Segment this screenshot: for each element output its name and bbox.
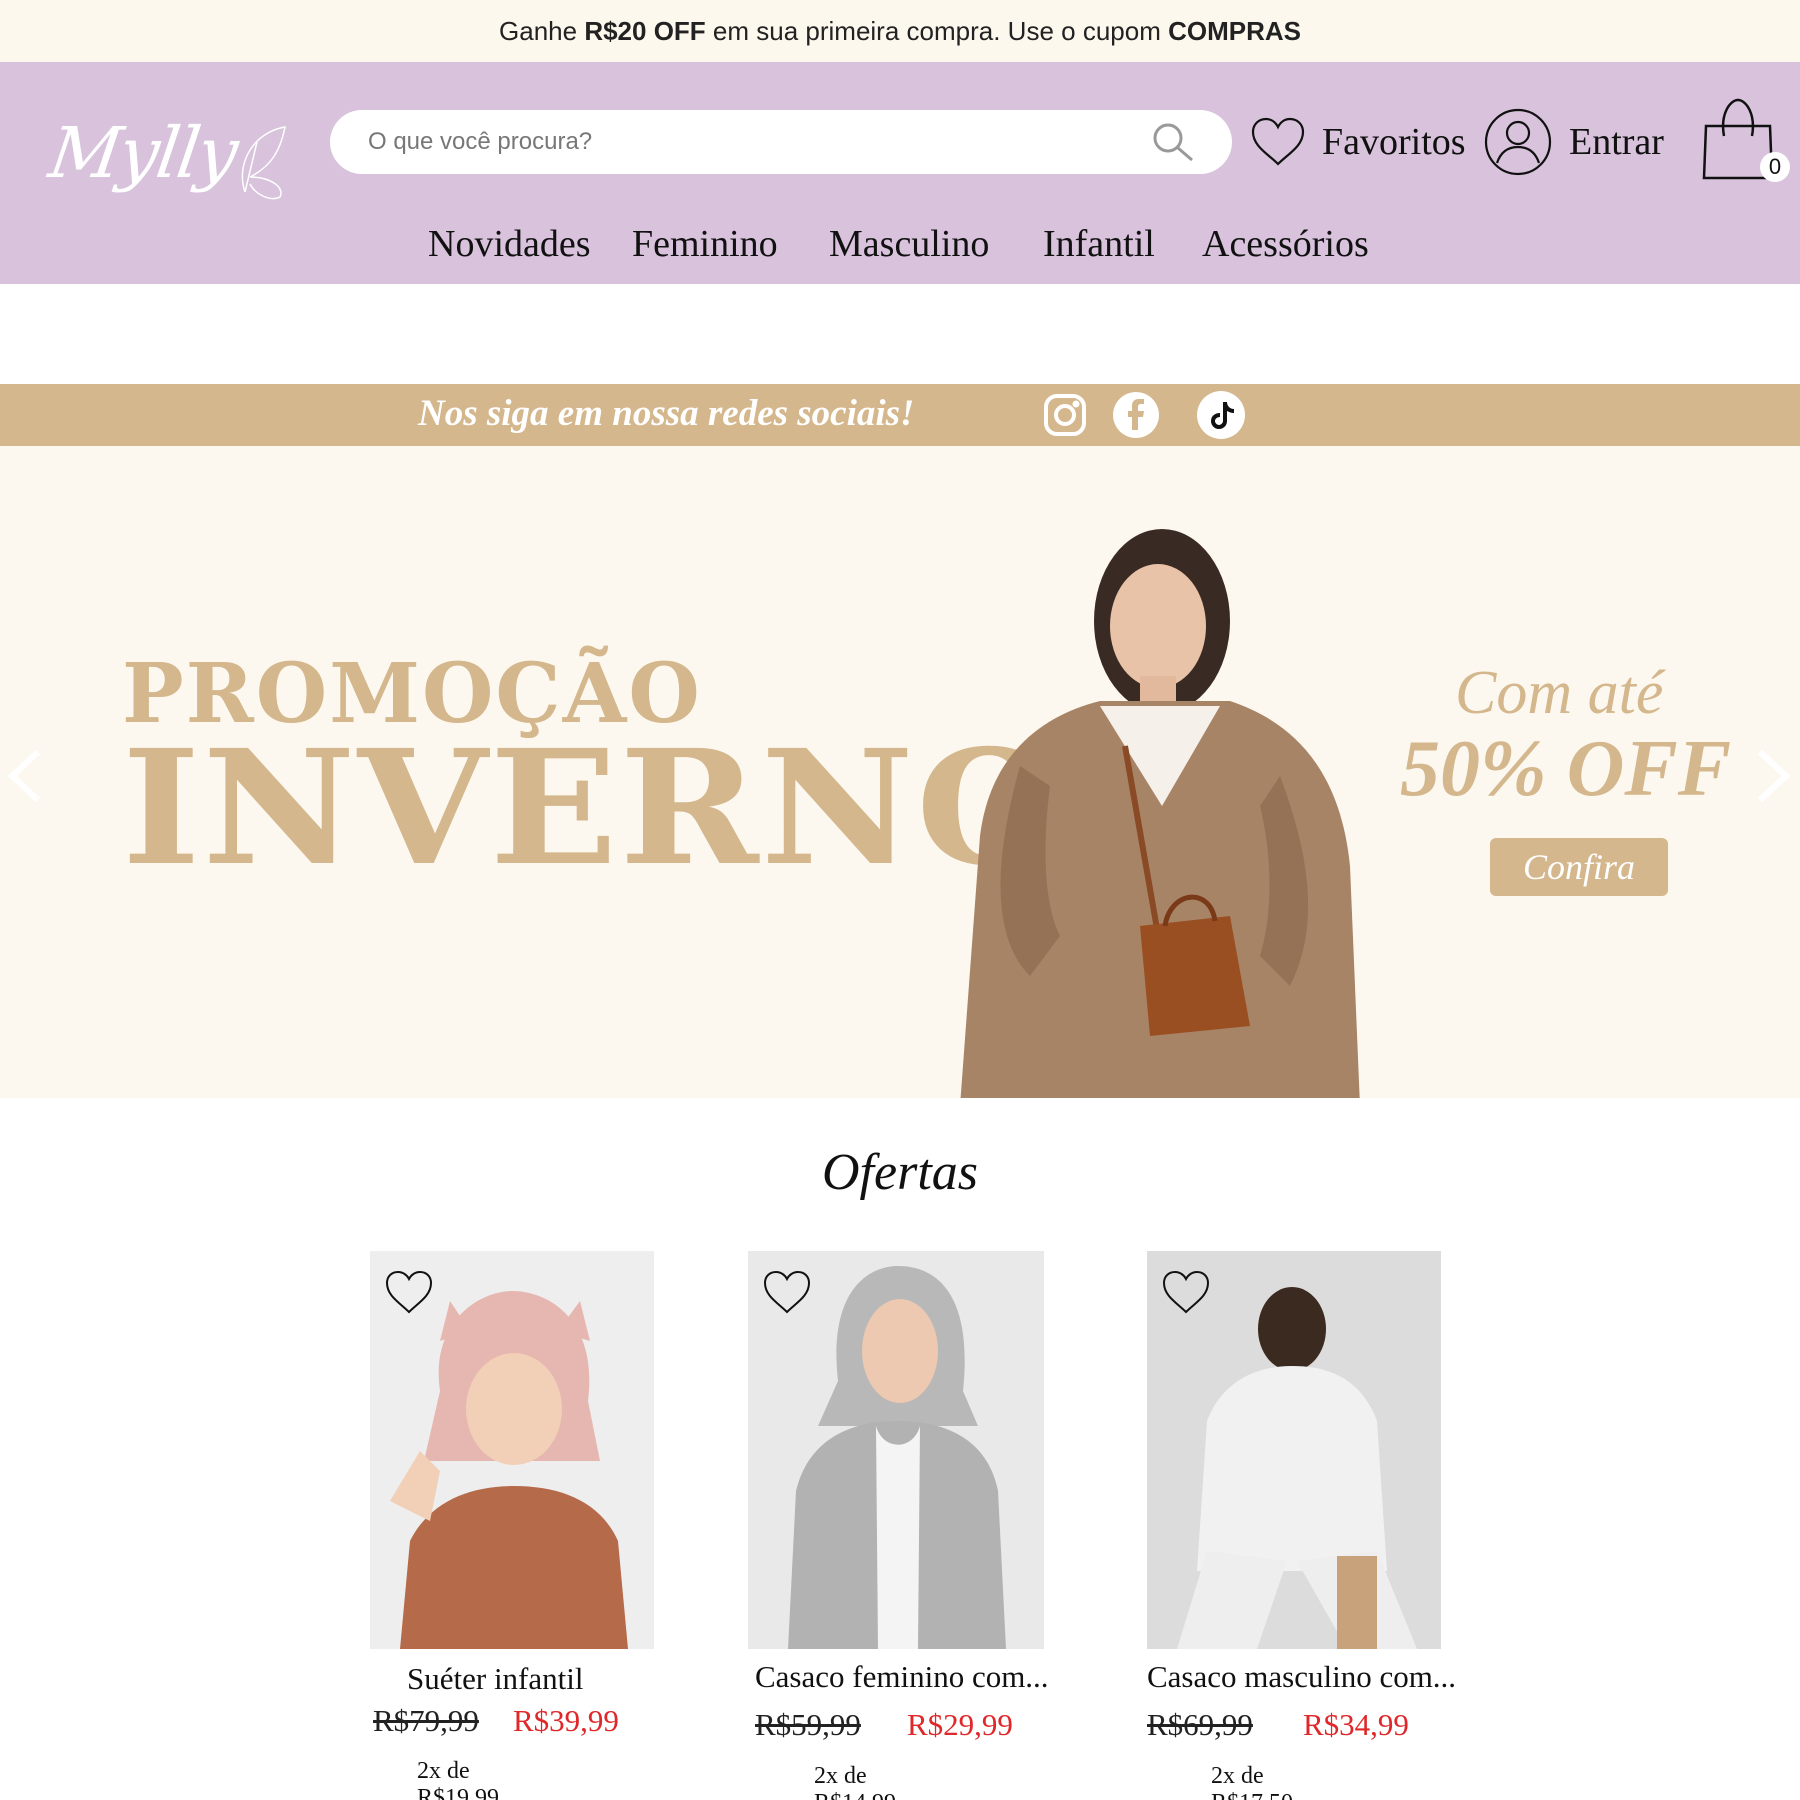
- product-old-price: R$59,99: [755, 1707, 861, 1742]
- promo-highlight: R$20 OFF: [584, 15, 706, 46]
- login-label: Entrar: [1569, 121, 1664, 163]
- hero-model-image: [960, 529, 1360, 1098]
- hero-banner[interactable]: PROMOÇÃO INVERNO Com até 50% OFF Confira: [0, 446, 1800, 1098]
- butterfly-icon: [241, 126, 286, 200]
- search-bar: [330, 110, 1232, 174]
- product-name[interactable]: Casaco masculino com...: [1147, 1659, 1456, 1695]
- nav-item-acessorios[interactable]: Acessórios: [1202, 222, 1369, 266]
- offers-title: Ofertas: [822, 1144, 978, 1201]
- product-name[interactable]: Casaco feminino com...: [755, 1659, 1049, 1695]
- product-old-price: R$69,99: [1147, 1707, 1253, 1742]
- favorites-label: Favoritos: [1322, 121, 1466, 163]
- social-bar: Nos siga em nossa redes sociais!: [0, 384, 1800, 446]
- chevron-left-icon[interactable]: [4, 746, 44, 806]
- logo[interactable]: Mylly: [44, 112, 290, 232]
- product-installments: 2x de R$14,99: [814, 1763, 896, 1800]
- promo-bar: Ganhe R$20 OFF em sua primeira compra. U…: [0, 0, 1800, 62]
- product-new-price: R$39,99: [513, 1703, 619, 1738]
- product-new-price: R$34,99: [1303, 1707, 1409, 1742]
- social-text: Nos siga em nossa redes sociais!: [418, 393, 915, 434]
- product-installments: 2x de R$17,50: [1211, 1763, 1293, 1800]
- favorites-link[interactable]: Favoritos: [1250, 112, 1466, 172]
- heart-icon[interactable]: [762, 1269, 812, 1315]
- nav-item-novidades[interactable]: Novidades: [428, 222, 591, 266]
- search-icon[interactable]: [1150, 120, 1196, 166]
- chevron-right-icon[interactable]: [1754, 746, 1794, 806]
- main-nav: Novidades Feminino Masculino Infantil Ac…: [0, 222, 1800, 272]
- hero-discount-text: 50% OFF: [1400, 725, 1732, 813]
- product-new-price: R$29,99: [907, 1707, 1013, 1742]
- login-link[interactable]: Entrar: [1483, 106, 1664, 178]
- cart-count-badge: 0: [1760, 152, 1790, 182]
- promo-middle: em sua primeira compra. Use o cupom: [705, 15, 1169, 46]
- promo-coupon-code: COMPRAS: [1168, 15, 1301, 46]
- nav-item-feminino[interactable]: Feminino: [632, 222, 778, 266]
- cart-button[interactable]: 0: [1700, 96, 1790, 186]
- search-input[interactable]: [368, 110, 1148, 174]
- product-installments: 2x de R$19,99: [417, 1758, 500, 1800]
- heart-icon[interactable]: [1161, 1269, 1211, 1315]
- heart-icon[interactable]: [384, 1269, 434, 1315]
- tiktok-icon[interactable]: [1196, 390, 1246, 440]
- confira-button[interactable]: Confira: [1490, 838, 1668, 896]
- facebook-icon[interactable]: [1111, 390, 1161, 440]
- product-old-price: R$79,99: [373, 1703, 479, 1738]
- product-image[interactable]: [1147, 1251, 1441, 1649]
- logo-text: Mylly: [44, 112, 242, 194]
- product-image[interactable]: [748, 1251, 1044, 1649]
- hero-upto-text: Com até: [1455, 659, 1664, 727]
- product-name[interactable]: Suéter infantil: [407, 1661, 583, 1697]
- instagram-icon[interactable]: [1040, 390, 1090, 440]
- user-icon: [1484, 108, 1552, 176]
- product-image[interactable]: [370, 1251, 654, 1649]
- promo-prefix: Ganhe: [499, 15, 585, 46]
- site-header: Mylly Favoritos Entrar 0: [0, 62, 1800, 284]
- nav-item-infantil[interactable]: Infantil: [1043, 222, 1155, 266]
- heart-icon: [1251, 117, 1305, 166]
- nav-item-masculino[interactable]: Masculino: [829, 222, 989, 266]
